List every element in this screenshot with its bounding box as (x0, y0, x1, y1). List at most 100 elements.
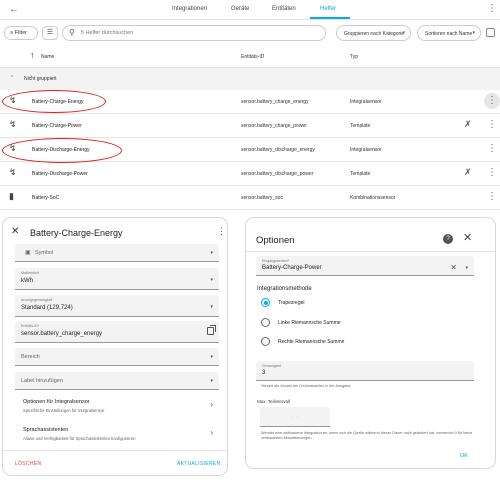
lightning-icon: ↯ (9, 119, 17, 129)
row-more-icon[interactable]: ⋮ (484, 141, 500, 157)
search-placeholder: 5 Helfer durchsuchen (81, 30, 134, 36)
column-header-type[interactable]: Typ (350, 54, 358, 60)
sort-by-select[interactable]: Sortieren nach Name ▾ (417, 25, 481, 41)
radio-left-riemann[interactable] (261, 318, 270, 327)
group-by-select[interactable]: Gruppieren nach Kategorie ▾ (336, 25, 411, 41)
time-window-help: Wendet eine zeitbasierte Integration an,… (261, 431, 473, 440)
filter-label: Filter (14, 30, 27, 36)
chevron-down-icon: ▾ (210, 354, 213, 360)
radio-trapezoidal[interactable] (261, 298, 270, 307)
label-select[interactable]: Label hinzufügen ▾ (15, 372, 219, 390)
voice-title: Sprachassistenten (23, 427, 69, 433)
entity-settings-dialog: ✕ Battery-Charge-Energy ⋮ ▣ Symbol ▾ Maß… (3, 218, 227, 475)
close-icon[interactable]: ✕ (11, 226, 19, 237)
ok-button[interactable]: OK (460, 453, 468, 459)
tab-integrations[interactable]: Integrationen (172, 6, 207, 12)
table-row[interactable]: ↯ Battery-Discharge-Power sensor.battery… (0, 162, 500, 186)
input-sensor-label: Eingangssensor* (262, 259, 290, 263)
update-button[interactable]: AKTUALISIEREN (177, 461, 220, 467)
filter-icon: ≡ (10, 30, 14, 36)
precision-help: Steuert die Anzahl der Dezimalstellen in… (261, 384, 352, 388)
voice-assistants-link[interactable]: Sprachassistenten Aliase und Verfügbarke… (15, 423, 219, 451)
tab-devices[interactable]: Geräte (231, 6, 249, 12)
row-name: Battery-Charge-Power (32, 123, 82, 129)
entity-id-value: sensor.battery_charge_energy (21, 331, 103, 337)
chevron-down-icon: ▾ (472, 30, 475, 36)
area-placeholder: Bereich (21, 354, 40, 360)
chevron-down-icon: ▾ (465, 265, 468, 271)
row-more-icon[interactable]: ⋮ (484, 93, 500, 109)
table-row[interactable]: ↯ Battery-Charge-Power sensor.battery_ch… (0, 114, 500, 138)
row-entity-id: sensor.battery_discharge_power (241, 171, 314, 177)
time-window-label: Max. Teilintervall (257, 399, 291, 404)
group-label: Nicht gruppiert (24, 76, 57, 82)
copy-icon[interactable] (207, 325, 216, 335)
row-more-icon[interactable]: ⋮ (484, 165, 500, 181)
radio-label: Trapezregel (278, 300, 305, 306)
row-entity-id: sensor.battery_soc (241, 195, 283, 201)
time-window-input[interactable]: : : (260, 407, 330, 427)
row-name: Battery-Discharge-Power (32, 171, 88, 177)
close-icon[interactable]: ✕ (463, 231, 472, 244)
row-type: Integralsensor (350, 147, 382, 153)
radio-right-riemann[interactable] (261, 337, 270, 346)
group-header[interactable]: ⌃ Nicht gruppiert (0, 68, 500, 90)
search-input[interactable]: ⚲ 5 Helfer durchsuchen (62, 25, 326, 41)
table-header: ↑ Name Entitäts-ID Typ (0, 46, 500, 68)
integral-options-link[interactable]: Optionen für Integralsensor Spezifische … (15, 395, 219, 423)
tools-icon[interactable]: ✗ (464, 167, 472, 178)
unit-select[interactable]: Maßeinheit kWh ▾ (15, 268, 219, 290)
precision-select[interactable]: Anzeigegenauigkeit Standard (129,724) ▾ (15, 295, 219, 317)
image-icon: ▣ (25, 250, 31, 256)
chevron-down-icon: ▾ (402, 30, 405, 36)
radio-label: Linke Riemannsche Summe (278, 320, 341, 326)
dialog-title: Optionen (256, 235, 295, 246)
dialog-footer: LÖSCHEN AKTUALISIEREN (3, 450, 227, 475)
chevron-down-icon: ▾ (210, 378, 213, 384)
unit-label: Maßeinheit (21, 271, 39, 275)
divider (246, 251, 495, 252)
column-header-entity-id[interactable]: Entitäts-ID (241, 54, 264, 60)
top-navigation: ← Integrationen Geräte Entitäten Helfer … (0, 0, 500, 20)
precision-value: 3 (262, 370, 266, 376)
input-sensor-select[interactable]: Eingangssensor* Battery-Charge-Power ✕ ▾ (256, 256, 474, 276)
precision-value: Standard (129,724) (21, 305, 73, 311)
group-toggle-button[interactable]: ☰ (42, 26, 58, 40)
voice-subtitle: Aliase und Verfügbarkeit für Sprachassis… (23, 436, 136, 441)
tools-icon[interactable]: ✗ (464, 119, 472, 130)
help-icon[interactable]: ? (443, 234, 453, 244)
tab-helpers[interactable]: Helfer (320, 6, 336, 12)
row-type: Template (350, 171, 371, 177)
icon-picker-field[interactable]: ▣ Symbol ▾ (15, 244, 219, 262)
precision-field[interactable]: Genauigkeit 3 (256, 361, 474, 381)
chevron-down-icon: ▾ (210, 304, 213, 310)
helpers-page: ← Integrationen Geräte Entitäten Helfer … (0, 0, 500, 212)
options-subtitle: Spezifische Einstellungen für Integralse… (23, 408, 105, 413)
area-select[interactable]: Bereich ▾ (15, 348, 219, 366)
delete-button[interactable]: LÖSCHEN (15, 461, 41, 467)
more-vert-icon[interactable]: ⋮ (487, 3, 497, 14)
clear-icon[interactable]: ✕ (450, 263, 457, 272)
chevron-down-icon: ▾ (210, 250, 213, 256)
select-all-checkbox[interactable] (486, 28, 495, 37)
highlight-circle (2, 90, 106, 113)
more-vert-icon[interactable]: ⋮ (217, 226, 226, 237)
unit-value: kWh (21, 278, 33, 284)
dialog-title: Battery-Charge-Energy (30, 228, 123, 238)
group-by-label: Gruppieren nach Kategorie (344, 31, 405, 37)
row-more-icon[interactable]: ⋮ (484, 117, 500, 133)
list-icon: ☰ (46, 29, 54, 36)
highlight-circle (2, 138, 122, 163)
row-more-icon[interactable]: ⋮ (484, 189, 500, 205)
tab-entities[interactable]: Entitäten (272, 6, 296, 12)
entity-id-label: Entitäts-ID* (21, 324, 40, 328)
precision-label: Genauigkeit (262, 364, 282, 368)
back-arrow-icon[interactable]: ← (9, 4, 19, 15)
chevron-down-icon: ▾ (210, 277, 213, 283)
table-row[interactable]: ▮ Battery-SoC sensor.battery_soc Kombina… (0, 186, 500, 210)
entity-id-field[interactable]: Entitäts-ID* sensor.battery_charge_energ… (15, 321, 219, 343)
column-header-name[interactable]: Name (41, 54, 54, 60)
sort-ascending-icon[interactable]: ↑ (30, 50, 35, 60)
filter-button[interactable]: ≡ Filter (4, 26, 38, 40)
icon-placeholder: Symbol (35, 250, 54, 256)
